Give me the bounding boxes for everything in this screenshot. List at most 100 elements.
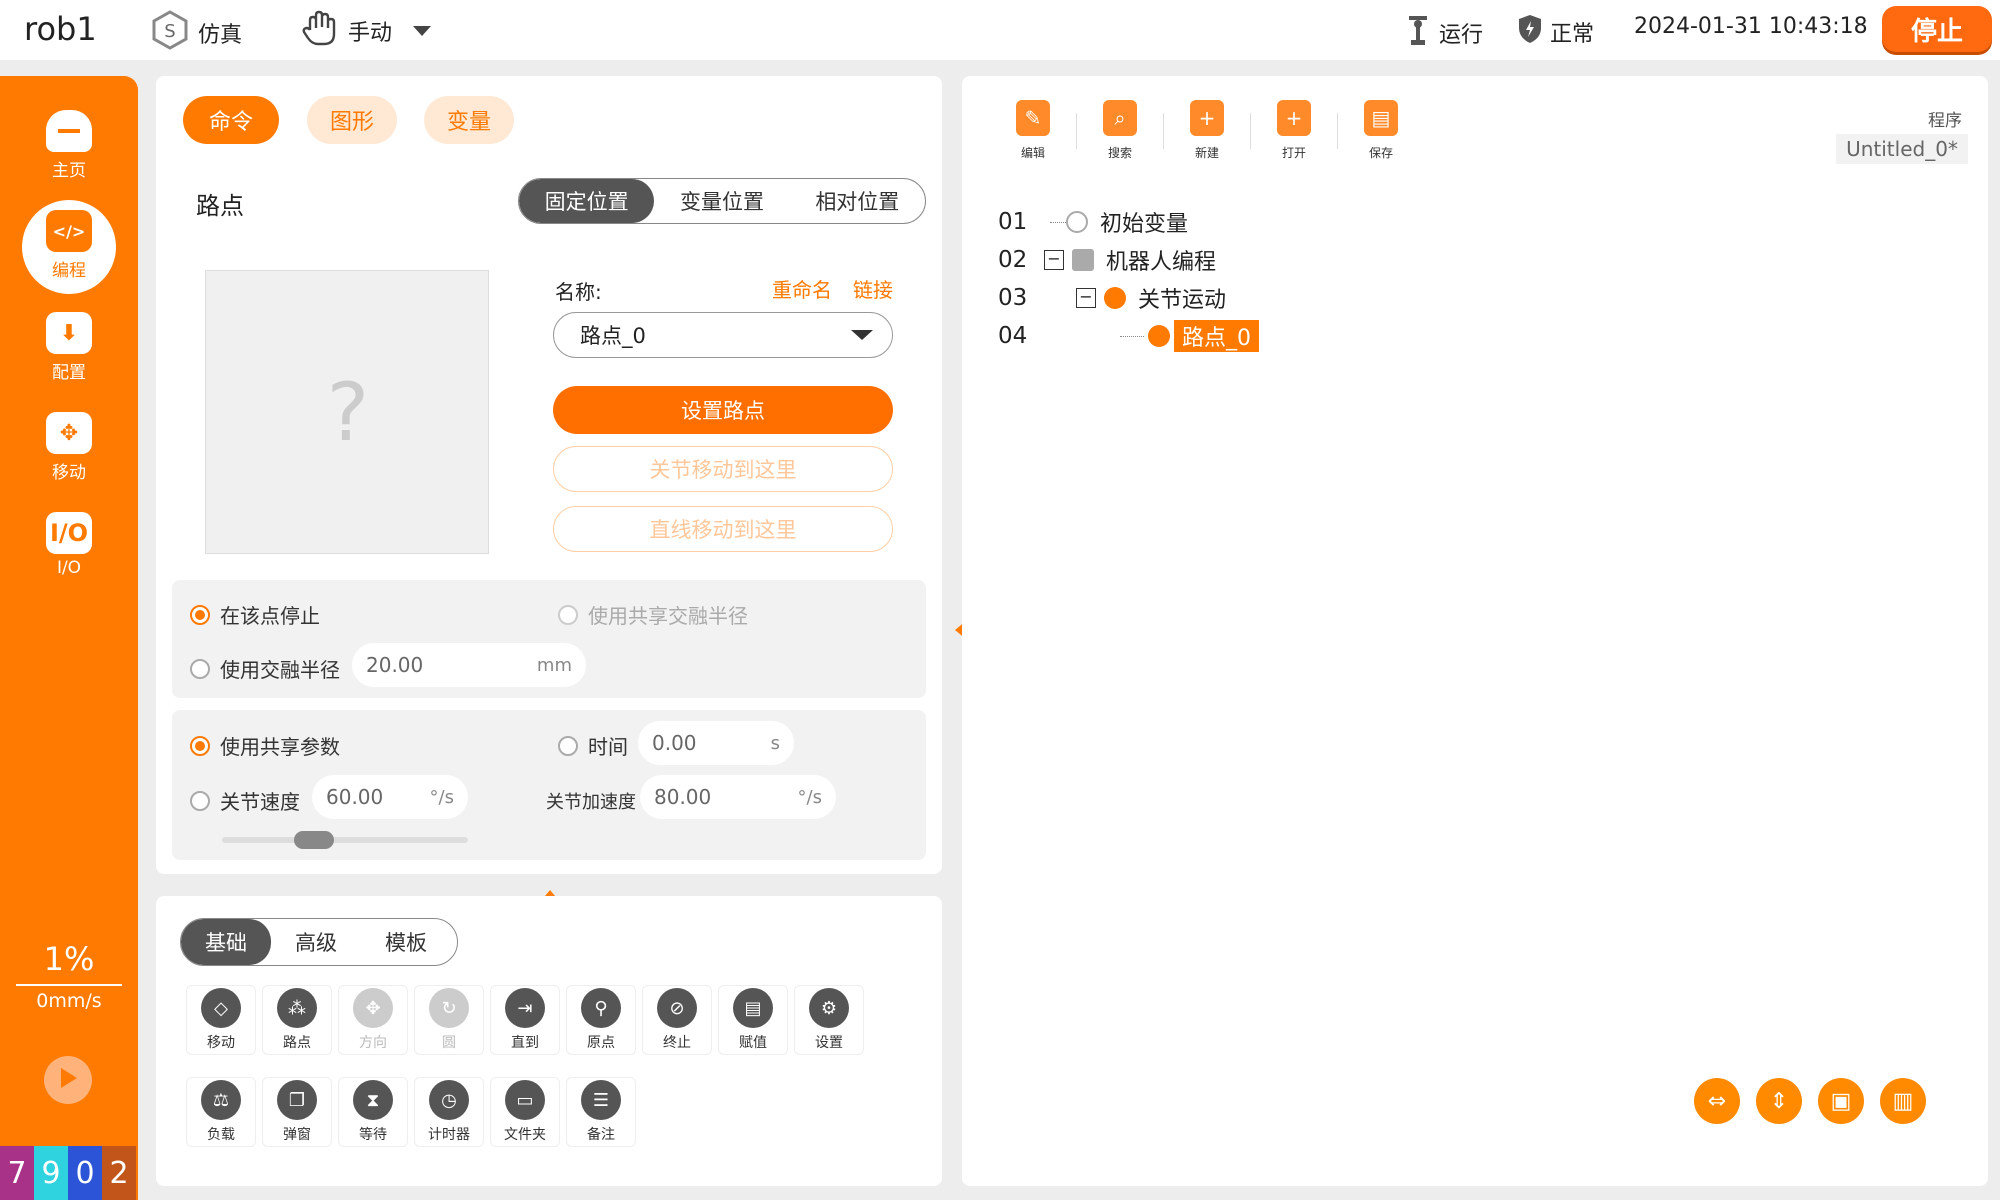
sidebar-item-config[interactable]: ⬇ 配置 bbox=[0, 312, 138, 383]
time-input[interactable]: 0.00 s bbox=[638, 721, 794, 765]
link-link[interactable]: 链接 bbox=[853, 274, 893, 303]
tree-label: 初始变量 bbox=[1100, 212, 1189, 237]
blend-radius-radio[interactable]: 使用交融半径 bbox=[190, 654, 340, 683]
play-button[interactable] bbox=[44, 1056, 92, 1104]
tab-template[interactable]: 模板 bbox=[361, 919, 451, 965]
shared-blend-radio[interactable]: 使用共享交融半径 bbox=[558, 600, 748, 629]
blend-radius-input[interactable]: 20.00 mm bbox=[352, 643, 586, 687]
rename-link[interactable]: 重命名 bbox=[772, 274, 832, 303]
tool-comment[interactable]: ☰ 备注 bbox=[566, 1077, 636, 1147]
simulation-toggle[interactable]: S 仿真 bbox=[150, 10, 242, 56]
tool-origin[interactable]: ⚲ 原点 bbox=[566, 985, 636, 1055]
set-waypoint-button[interactable]: 设置路点 bbox=[553, 386, 893, 434]
tab-variable-position[interactable]: 变量位置 bbox=[654, 179, 789, 223]
mode-dropdown[interactable]: 手动 bbox=[300, 8, 432, 54]
tab-fixed-position[interactable]: 固定位置 bbox=[519, 179, 655, 223]
tool-move[interactable]: ◇ 移动 bbox=[186, 985, 256, 1055]
joint-speed-input[interactable]: 60.00 °/s bbox=[312, 775, 468, 819]
tool-label: 移动 bbox=[207, 1035, 235, 1051]
joint-accel-input[interactable]: 80.00 °/s bbox=[640, 775, 836, 819]
sidebar-item-programming[interactable]: </> 编程 bbox=[0, 210, 138, 281]
new-button[interactable]: + 新建 bbox=[1172, 100, 1242, 161]
save-button[interactable]: ▤ 保存 bbox=[1346, 100, 1416, 161]
program-icon bbox=[1072, 249, 1094, 271]
open-button[interactable]: + 打开 bbox=[1259, 100, 1329, 161]
tab-command[interactable]: 命令 bbox=[183, 96, 279, 144]
expand-vertical-button[interactable]: ⇕ bbox=[1756, 1078, 1802, 1124]
tree-connector bbox=[1120, 335, 1144, 337]
console-button[interactable]: ▥ bbox=[1880, 1078, 1926, 1124]
tool-timer[interactable]: ◷ 计时器 bbox=[414, 1077, 484, 1147]
sidebar-item-home[interactable]: 主页 bbox=[0, 110, 138, 181]
waypoint-icon bbox=[1148, 325, 1170, 347]
joint-speed-value: 60.00 bbox=[326, 785, 384, 809]
tool-settings[interactable]: ⚙ 设置 bbox=[794, 985, 864, 1055]
simulation-icon: S bbox=[150, 10, 190, 56]
program-name[interactable]: Untitled_0* bbox=[1836, 134, 1968, 164]
tree-node-joint-motion[interactable]: 03 − 关节运动 bbox=[998, 282, 1226, 314]
toolbar-divider bbox=[1337, 112, 1338, 149]
collapse-icon[interactable]: − bbox=[1076, 288, 1096, 308]
tool-wait[interactable]: ⧗ 等待 bbox=[338, 1077, 408, 1147]
tool-circle[interactable]: ↻ 圆 bbox=[414, 985, 484, 1055]
shared-params-radio[interactable]: 使用共享参数 bbox=[190, 731, 340, 760]
stop-at-point-label: 在该点停止 bbox=[220, 604, 320, 628]
toolbar-divider bbox=[1163, 112, 1164, 149]
expand-horizontal-icon: ⇔ bbox=[1707, 1088, 1727, 1114]
tab-advanced[interactable]: 高级 bbox=[271, 919, 361, 965]
tree-node-robot-program[interactable]: 02 − 机器人编程 bbox=[998, 244, 1216, 276]
safety-status: 正常 bbox=[1518, 14, 1594, 50]
datetime: 2024-01-31 10:43:18 bbox=[1634, 14, 1868, 39]
tool-folder[interactable]: ▭ 文件夹 bbox=[490, 1077, 560, 1147]
speed-percent[interactable]: 1% bbox=[0, 940, 138, 978]
toolbar-divider bbox=[1076, 112, 1077, 149]
speed-slider-track[interactable] bbox=[222, 837, 468, 843]
status-label: 正常 bbox=[1550, 22, 1595, 47]
time-radio[interactable]: 时间 bbox=[558, 731, 628, 760]
halt-icon: ⊘ bbox=[657, 988, 697, 1028]
tab-graphics[interactable]: 图形 bbox=[307, 96, 397, 144]
tab-basic[interactable]: 基础 bbox=[181, 919, 271, 965]
joint-speed-radio[interactable]: 关节速度 bbox=[190, 786, 300, 815]
expand-horizontal-button[interactable]: ⇔ bbox=[1694, 1078, 1740, 1124]
stop-at-point-radio[interactable]: 在该点停止 bbox=[190, 600, 320, 629]
blend-radius-label: 使用交融半径 bbox=[220, 658, 340, 682]
shield-icon bbox=[1518, 14, 1542, 50]
new-file-icon: + bbox=[1190, 100, 1224, 136]
tool-label: 负载 bbox=[207, 1127, 235, 1143]
settings-icon: ⚙ bbox=[809, 988, 849, 1028]
tool-popup[interactable]: ❐ 弹窗 bbox=[262, 1077, 332, 1147]
sidebar-item-io[interactable]: I/O I/O bbox=[0, 512, 138, 578]
tool-assign[interactable]: ▤ 赋值 bbox=[718, 985, 788, 1055]
assign-icon: ▤ bbox=[733, 988, 773, 1028]
speed-slider-handle[interactable] bbox=[294, 831, 334, 849]
tool-until[interactable]: ⇥ 直到 bbox=[490, 985, 560, 1055]
collapse-icon[interactable]: − bbox=[1044, 250, 1064, 270]
waypoint-select[interactable]: 路点_0 bbox=[553, 312, 893, 358]
tool-waypoint[interactable]: ⁂ 路点 bbox=[262, 985, 332, 1055]
linear-move-here-button[interactable]: 直线移动到这里 bbox=[553, 506, 893, 552]
tree-node-waypoint[interactable]: 04 路点_0 bbox=[998, 320, 1259, 352]
stop-button[interactable]: 停止 bbox=[1882, 6, 1992, 52]
popup-icon: ❐ bbox=[277, 1080, 317, 1120]
tab-variables[interactable]: 变量 bbox=[424, 96, 514, 144]
tool-direction[interactable]: ✥ 方向 bbox=[338, 985, 408, 1055]
until-icon: ⇥ bbox=[505, 988, 545, 1028]
tree-node-initial-vars[interactable]: 01 初始变量 bbox=[998, 206, 1188, 238]
tree-label: 关节运动 bbox=[1138, 288, 1227, 313]
joint-move-here-button[interactable]: 关节移动到这里 bbox=[553, 446, 893, 492]
tab-relative-position[interactable]: 相对位置 bbox=[790, 179, 925, 223]
search-button[interactable]: ⌕ 搜索 bbox=[1085, 100, 1155, 161]
tool-payload[interactable]: ⚖ 负载 bbox=[186, 1077, 256, 1147]
waypoint-preview: ? bbox=[205, 270, 489, 554]
tool-halt[interactable]: ⊘ 终止 bbox=[642, 985, 712, 1055]
sidebar-item-label: 编程 bbox=[52, 261, 86, 281]
robot-name[interactable]: rob1 bbox=[24, 10, 97, 48]
radio-dot bbox=[558, 604, 578, 625]
chevron-down-icon bbox=[850, 323, 874, 347]
edit-icon: ✎ bbox=[1016, 100, 1050, 136]
fit-view-button[interactable]: ▣ bbox=[1818, 1078, 1864, 1124]
edit-button[interactable]: ✎ 编辑 bbox=[998, 100, 1068, 161]
sidebar-item-move[interactable]: ✥ 移动 bbox=[0, 412, 138, 483]
download-icon: ⬇ bbox=[46, 312, 92, 354]
